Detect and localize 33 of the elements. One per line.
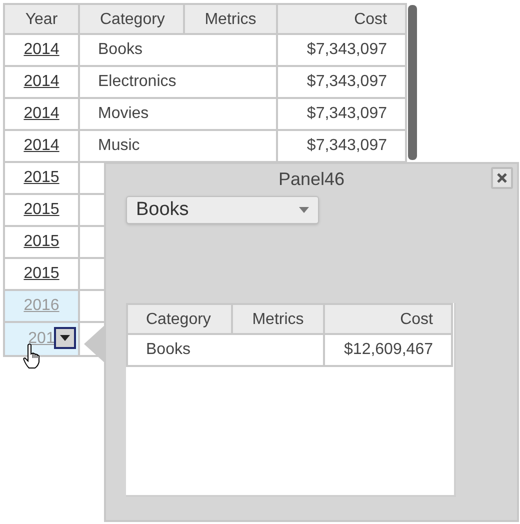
year-link[interactable]: 2014	[24, 70, 60, 94]
table-cell-text: $7,343,097	[306, 40, 387, 60]
table-cell-text: Electronics	[98, 72, 176, 92]
column-header[interactable]: Metrics	[233, 305, 325, 333]
table-cell-text: $7,343,097	[306, 136, 387, 156]
scrollbar[interactable]	[408, 5, 417, 160]
table-cell-text: $12,609,467	[344, 340, 433, 360]
dropdown[interactable]: Books	[126, 196, 319, 224]
close-button[interactable]	[491, 167, 513, 189]
table-cell-text: Movies	[98, 104, 149, 124]
year-link[interactable]: 2015	[24, 230, 60, 254]
year-link[interactable]: 2015	[24, 262, 60, 286]
table-cell-text: Books	[98, 40, 142, 60]
year-link[interactable]: 2015	[24, 166, 60, 190]
panel-title: Panel46	[278, 168, 345, 190]
column-header[interactable]: Cost	[325, 305, 451, 333]
dropdown-button[interactable]	[54, 327, 76, 349]
table-cell-text: $7,343,097	[306, 72, 387, 92]
table-cell-text: Music	[98, 136, 140, 156]
caret-icon	[299, 207, 309, 213]
column-header[interactable]: Category	[80, 5, 185, 33]
column-header[interactable]: Year	[5, 5, 80, 33]
year-link[interactable]: 2014	[24, 134, 60, 158]
column-header[interactable]: Category	[128, 305, 233, 333]
table-cell-text: $7,343,097	[306, 104, 387, 124]
close-icon	[497, 173, 507, 183]
column-header[interactable]: Cost	[278, 5, 405, 33]
year-link[interactable]: 2014	[24, 38, 60, 62]
column-header[interactable]: Metrics	[185, 5, 278, 33]
caret-icon	[60, 335, 70, 341]
table-cell-text: Books	[146, 340, 190, 360]
year-link[interactable]: 2015	[24, 198, 60, 222]
year-link[interactable]: 2014	[24, 102, 60, 126]
